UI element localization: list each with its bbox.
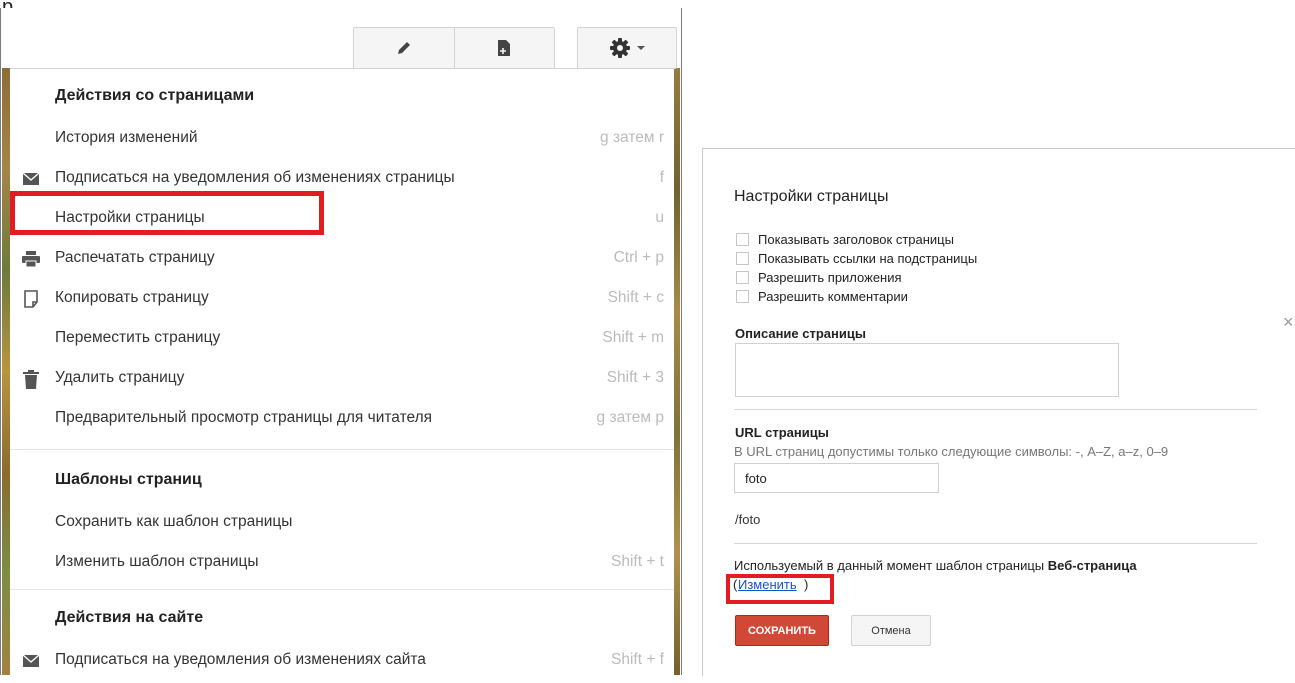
section-header-site-actions: Действия на сайте [55, 609, 204, 626]
link-paren-open: ( [733, 577, 738, 592]
page-toolbar [353, 27, 555, 69]
site-editor-panel: Действия со страницами История изменений… [0, 8, 682, 676]
checkbox-show-subpage-links[interactable]: Показывать ссылки на подстраницы [736, 249, 977, 267]
menu-item-revision-history[interactable]: История изменений g затем r [10, 121, 674, 161]
page-actions-menu: Действия со страницами История изменений… [10, 68, 674, 676]
trash-icon [21, 369, 41, 389]
page-description-textarea[interactable] [735, 343, 1119, 397]
menu-item-print-page[interactable]: Распечатать страницу Ctrl + p [10, 241, 674, 281]
current-template-name: Веб-страница [1047, 558, 1137, 573]
new-page-button[interactable] [453, 28, 555, 68]
menu-item-subscribe-site[interactable]: Подписаться на уведомления об изменениях… [10, 643, 674, 683]
cancel-button[interactable]: Отмена [851, 615, 931, 646]
new-page-icon [498, 40, 511, 56]
page-url-label: URL страницы [735, 425, 829, 440]
page-settings-dialog: × [702, 148, 1295, 676]
checkbox-box[interactable] [736, 289, 749, 303]
menu-item-page-settings[interactable]: Настройки страницы u [10, 201, 674, 241]
menu-item-delete-page[interactable]: Удалить страницу Shift + 3 [10, 361, 674, 401]
dialog-title: Настройки страницы [734, 188, 889, 205]
envelope-icon [21, 169, 41, 189]
page-description-label: Описание страницы [735, 326, 866, 341]
caret-down-icon [637, 46, 645, 50]
menu-separator [10, 449, 674, 450]
pencil-icon [397, 42, 410, 54]
checkbox-box[interactable] [736, 270, 749, 284]
menu-item-save-as-template[interactable]: Сохранить как шаблон страницы [10, 505, 674, 545]
current-template-text: Используемый в данный момент шаблон стра… [734, 558, 1137, 573]
page-url-input[interactable] [734, 463, 939, 493]
close-icon[interactable]: × [1283, 312, 1294, 333]
section-header-page-templates: Шаблоны страниц [55, 471, 202, 488]
section-header-page-actions: Действия со страницами [55, 87, 255, 104]
checkbox-box[interactable] [736, 232, 749, 246]
background-photo-left-edge [2, 68, 10, 675]
checkbox-allow-gadgets[interactable]: Разрешить приложения [736, 268, 902, 286]
menu-item-preview-page[interactable]: Предварительный просмотр страницы для чи… [10, 401, 674, 441]
divider [734, 409, 1257, 410]
divider [734, 543, 1257, 544]
checkbox-show-page-title[interactable]: Показывать заголовок страницы [736, 230, 954, 248]
top-text-fragment: р [2, 0, 72, 8]
copy-icon [21, 289, 41, 309]
checkbox-box[interactable] [736, 251, 749, 265]
gear-icon [610, 38, 630, 58]
link-paren-close: ) [804, 577, 809, 592]
menu-separator [10, 589, 674, 590]
menu-item-copy-page[interactable]: Копировать страницу Shift + c [10, 281, 674, 321]
page-url-hint: В URL страниц допустимы только следующие… [734, 444, 1169, 459]
menu-item-subscribe-page[interactable]: Подписаться на уведомления об изменениях… [10, 161, 674, 201]
edit-page-button[interactable] [354, 28, 454, 68]
page-url-path: /foto [735, 512, 761, 527]
menu-item-change-template[interactable]: Изменить шаблон страницы Shift + t [10, 545, 674, 585]
envelope-icon [21, 651, 41, 671]
checkbox-allow-comments[interactable]: Разрешить комментарии [736, 287, 908, 305]
change-template-link[interactable]: Изменить [738, 577, 797, 592]
printer-icon [21, 249, 41, 269]
more-actions-button[interactable] [577, 27, 677, 69]
save-button[interactable]: СОХРАНИТЬ [735, 615, 829, 646]
menu-item-move-page[interactable]: Переместить страницу Shift + m [10, 321, 674, 361]
background-photo-right-edge [674, 68, 680, 675]
